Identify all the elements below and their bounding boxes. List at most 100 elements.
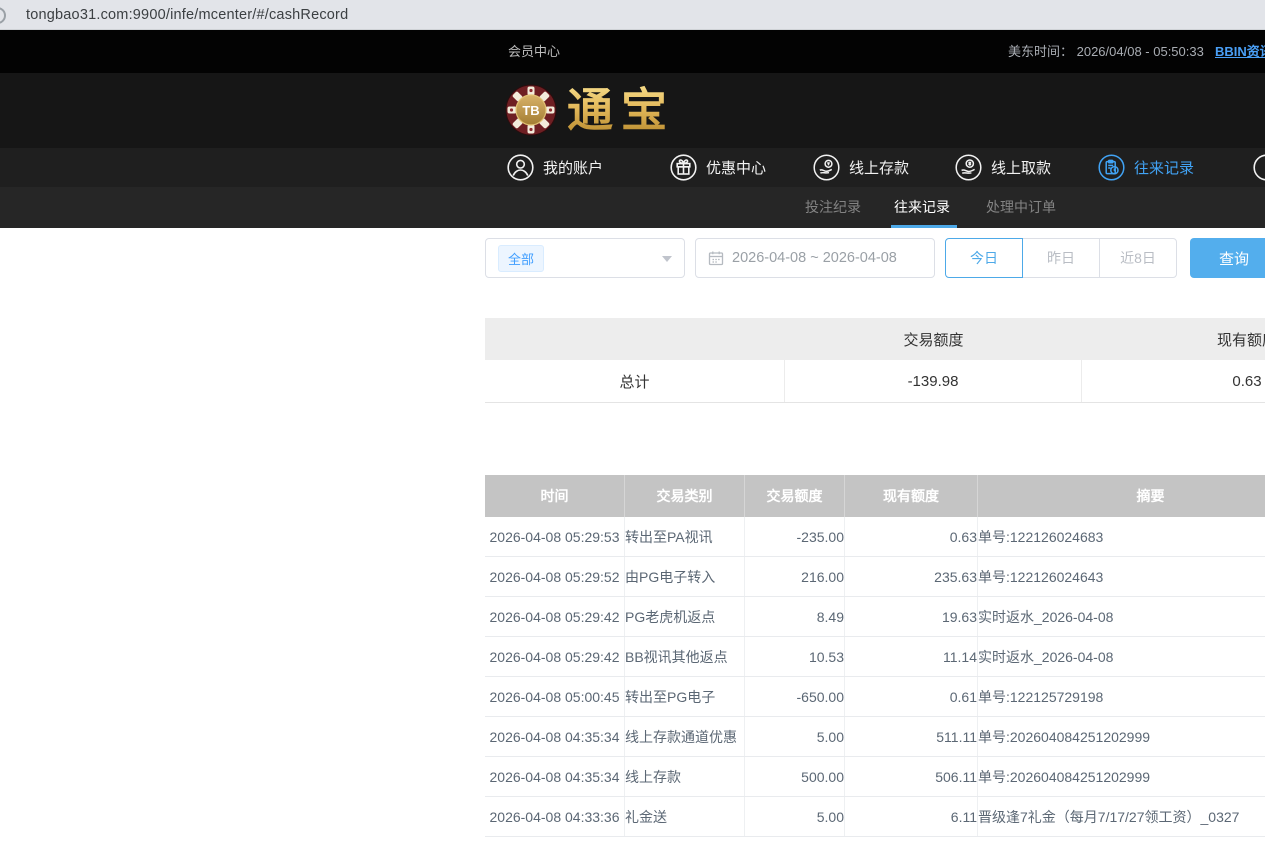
cell-amount: 216.00 bbox=[745, 557, 845, 596]
cell-type: 转出至PA视讯 bbox=[625, 517, 745, 556]
summary-transaction-total: -139.98 bbox=[785, 360, 1082, 402]
svg-text:TB: TB bbox=[522, 103, 539, 118]
cell-balance: 19.63 bbox=[845, 597, 978, 636]
table-row: 2026-04-08 05:29:42 BB视讯其他返点 10.53 11.14… bbox=[485, 637, 1265, 677]
col-type: 交易类别 bbox=[625, 475, 745, 517]
cell-time: 2026-04-08 05:29:53 bbox=[485, 517, 625, 556]
summary-balance-total: 0.63 bbox=[1082, 360, 1265, 402]
brand-name: 通宝 bbox=[567, 84, 675, 136]
summary-header-transaction: 交易额度 bbox=[785, 318, 1082, 360]
summary-total-label: 总计 bbox=[485, 360, 785, 402]
summary-header-row: 交易额度 现有额度 bbox=[485, 318, 1265, 360]
member-center-link[interactable]: 会员中心 bbox=[508, 30, 560, 73]
summary-header-empty bbox=[485, 318, 785, 360]
record-icon bbox=[1098, 154, 1125, 181]
cell-time: 2026-04-08 04:33:36 bbox=[485, 797, 625, 836]
cell-amount: 500.00 bbox=[745, 757, 845, 796]
cell-type: 礼金送 bbox=[625, 797, 745, 836]
top-bar: 会员中心 美东时间： 2026/04/08 - 05:50:33 BBIN资讯 bbox=[0, 30, 1265, 73]
nav-item-transaction-records[interactable]: 往来记录 bbox=[1098, 148, 1194, 187]
nav-item-promotions[interactable]: 优惠中心 bbox=[670, 148, 766, 187]
nav-label: 优惠中心 bbox=[706, 157, 766, 178]
calendar-icon bbox=[708, 250, 724, 266]
poker-chip-icon: TB bbox=[505, 84, 557, 136]
cell-time: 2026-04-08 05:29:52 bbox=[485, 557, 625, 596]
gift-icon bbox=[670, 154, 697, 181]
site-logo[interactable]: TB 通宝 bbox=[505, 84, 675, 136]
records-table: 时间 交易类别 交易额度 现有额度 摘要 2026-04-08 05:29:53… bbox=[485, 475, 1265, 837]
subnav-pending-orders[interactable]: 处理中订单 bbox=[986, 187, 1056, 228]
partial-nav-icon bbox=[1253, 154, 1265, 181]
today-button[interactable]: 今日 bbox=[945, 238, 1023, 278]
cell-amount: 10.53 bbox=[745, 637, 845, 676]
cell-summary: 单号:122125729198 bbox=[978, 677, 1265, 716]
col-summary: 摘要 bbox=[978, 475, 1265, 517]
selected-type-tag[interactable]: 全部 bbox=[498, 245, 544, 272]
bbin-news-link[interactable]: BBIN资讯 bbox=[1215, 30, 1265, 73]
cell-summary: 单号:122126024643 bbox=[978, 557, 1265, 596]
nav-item-partial[interactable] bbox=[1253, 148, 1265, 187]
table-header-row: 时间 交易类别 交易额度 现有额度 摘要 bbox=[485, 475, 1265, 517]
nav-label: 线上取款 bbox=[991, 157, 1051, 178]
last-8-days-button[interactable]: 近8日 bbox=[1099, 238, 1177, 278]
table-row: 2026-04-08 04:35:34 线上存款通道优惠 5.00 511.11… bbox=[485, 717, 1265, 757]
cell-summary: 晋级逢7礼金（每月7/17/27领工资）_0327 bbox=[978, 797, 1265, 836]
cell-type: 线上存款通道优惠 bbox=[625, 717, 745, 756]
cell-type: BB视讯其他返点 bbox=[625, 637, 745, 676]
nav-item-online-withdraw[interactable]: 线上取款 bbox=[955, 148, 1051, 187]
cell-balance: 6.11 bbox=[845, 797, 978, 836]
cell-balance: 511.11 bbox=[845, 717, 978, 756]
cell-balance: 0.61 bbox=[845, 677, 978, 716]
table-row: 2026-04-08 05:29:42 PG老虎机返点 8.49 19.63 实… bbox=[485, 597, 1265, 637]
table-row: 2026-04-08 05:29:52 由PG电子转入 216.00 235.6… bbox=[485, 557, 1265, 597]
user-icon bbox=[507, 154, 534, 181]
col-time: 时间 bbox=[485, 475, 625, 517]
cell-type: 由PG电子转入 bbox=[625, 557, 745, 596]
cell-summary: 实时返水_2026-04-08 bbox=[978, 637, 1265, 676]
favicon-icon bbox=[0, 7, 6, 24]
cell-balance: 0.63 bbox=[845, 517, 978, 556]
type-filter-select[interactable]: 全部 bbox=[485, 238, 685, 278]
table-row: 2026-04-08 05:29:53 转出至PA视讯 -235.00 0.63… bbox=[485, 517, 1265, 557]
cell-summary: 单号:202604084251202999 bbox=[978, 717, 1265, 756]
quick-range-group: 今日 昨日 近8日 bbox=[945, 238, 1177, 278]
summary-header-balance: 现有额度 bbox=[1082, 318, 1265, 360]
subnav-transaction-records[interactable]: 往来记录 bbox=[894, 187, 950, 228]
summary-table: 交易额度 现有额度 总计 -139.98 0.63 bbox=[485, 318, 1265, 403]
cell-balance: 235.63 bbox=[845, 557, 978, 596]
cell-type: 转出至PG电子 bbox=[625, 677, 745, 716]
site-header: TB 通宝 bbox=[0, 73, 1265, 148]
nav-item-online-deposit[interactable]: 线上存款 bbox=[813, 148, 909, 187]
eastern-time-label: 美东时间： 2026/04/08 - 05:50:33 bbox=[1008, 30, 1204, 73]
cell-time: 2026-04-08 05:29:42 bbox=[485, 637, 625, 676]
yesterday-button[interactable]: 昨日 bbox=[1022, 238, 1100, 278]
subnav-bet-records[interactable]: 投注纪录 bbox=[805, 187, 861, 228]
col-balance: 现有额度 bbox=[845, 475, 978, 517]
cell-balance: 506.11 bbox=[845, 757, 978, 796]
cell-time: 2026-04-08 05:00:45 bbox=[485, 677, 625, 716]
nav-label: 我的账户 bbox=[543, 157, 603, 178]
nav-label: 线上存款 bbox=[849, 157, 909, 178]
date-range-value: 2026-04-08 ~ 2026-04-08 bbox=[732, 250, 897, 266]
search-button[interactable]: 查询 bbox=[1190, 238, 1265, 278]
nav-label: 往来记录 bbox=[1134, 157, 1194, 178]
table-row: 2026-04-08 04:35:34 线上存款 500.00 506.11 单… bbox=[485, 757, 1265, 797]
summary-total-row: 总计 -139.98 0.63 bbox=[485, 360, 1265, 403]
cell-summary: 单号:202604084251202999 bbox=[978, 757, 1265, 796]
nav-item-my-account[interactable]: 我的账户 bbox=[507, 148, 603, 187]
cell-type: PG老虎机返点 bbox=[625, 597, 745, 636]
sub-nav: 投注纪录 往来记录 处理中订单 bbox=[0, 187, 1265, 228]
page-url[interactable]: tongbao31.com:9900/infe/mcenter/#/cashRe… bbox=[26, 7, 348, 23]
browser-url-bar[interactable]: tongbao31.com:9900/infe/mcenter/#/cashRe… bbox=[0, 0, 1265, 30]
table-row: 2026-04-08 04:33:36 礼金送 5.00 6.11 晋级逢7礼金… bbox=[485, 797, 1265, 837]
withdraw-icon bbox=[955, 154, 982, 181]
cell-balance: 11.14 bbox=[845, 637, 978, 676]
deposit-icon bbox=[813, 154, 840, 181]
main-nav: 我的账户 优惠中心 线上存款 线上取款 bbox=[0, 148, 1265, 187]
cell-time: 2026-04-08 04:35:34 bbox=[485, 757, 625, 796]
cell-amount: 8.49 bbox=[745, 597, 845, 636]
table-row: 2026-04-08 05:00:45 转出至PG电子 -650.00 0.61… bbox=[485, 677, 1265, 717]
cell-time: 2026-04-08 05:29:42 bbox=[485, 597, 625, 636]
date-range-input[interactable]: 2026-04-08 ~ 2026-04-08 bbox=[695, 238, 935, 278]
cell-time: 2026-04-08 04:35:34 bbox=[485, 717, 625, 756]
